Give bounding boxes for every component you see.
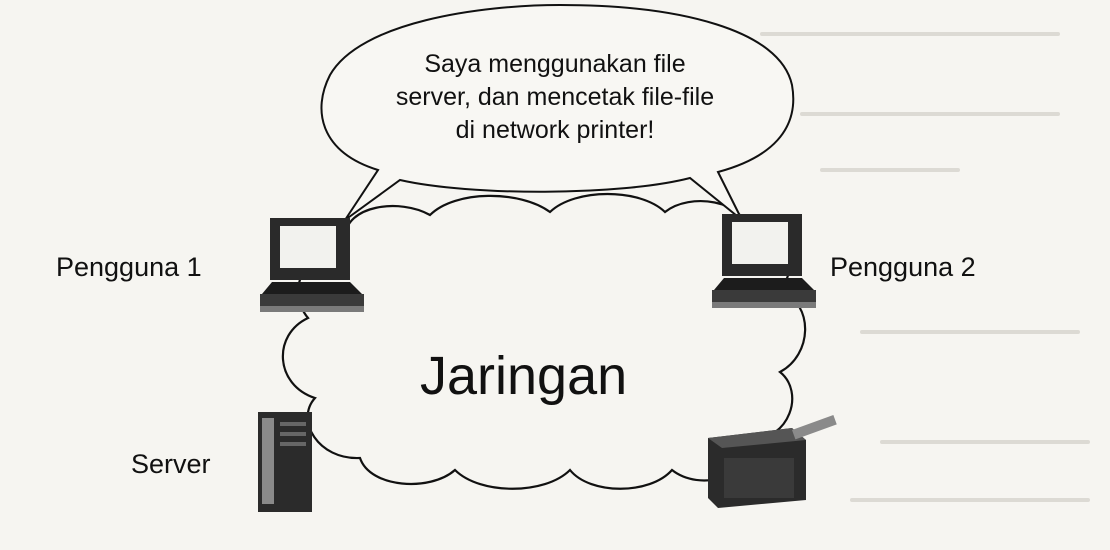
server-label: Server	[131, 449, 211, 479]
speech-line: Saya menggunakan file	[424, 50, 686, 78]
computer-icon-user2	[712, 214, 816, 308]
user2-label: Pengguna 2	[830, 252, 976, 282]
computer-icon-user1	[260, 218, 364, 312]
speech-bubble-text: Saya menggunakan file server, dan mencet…	[335, 48, 775, 147]
server-icon	[258, 412, 312, 512]
network-label: Jaringan	[420, 346, 628, 406]
network-diagram: Saya menggunakan file server, dan mencet…	[0, 0, 1110, 550]
speech-line: server, dan mencetak file-file	[395, 83, 715, 111]
user1-label: Pengguna 1	[56, 252, 202, 282]
speech-line: di network printer!	[455, 116, 655, 144]
